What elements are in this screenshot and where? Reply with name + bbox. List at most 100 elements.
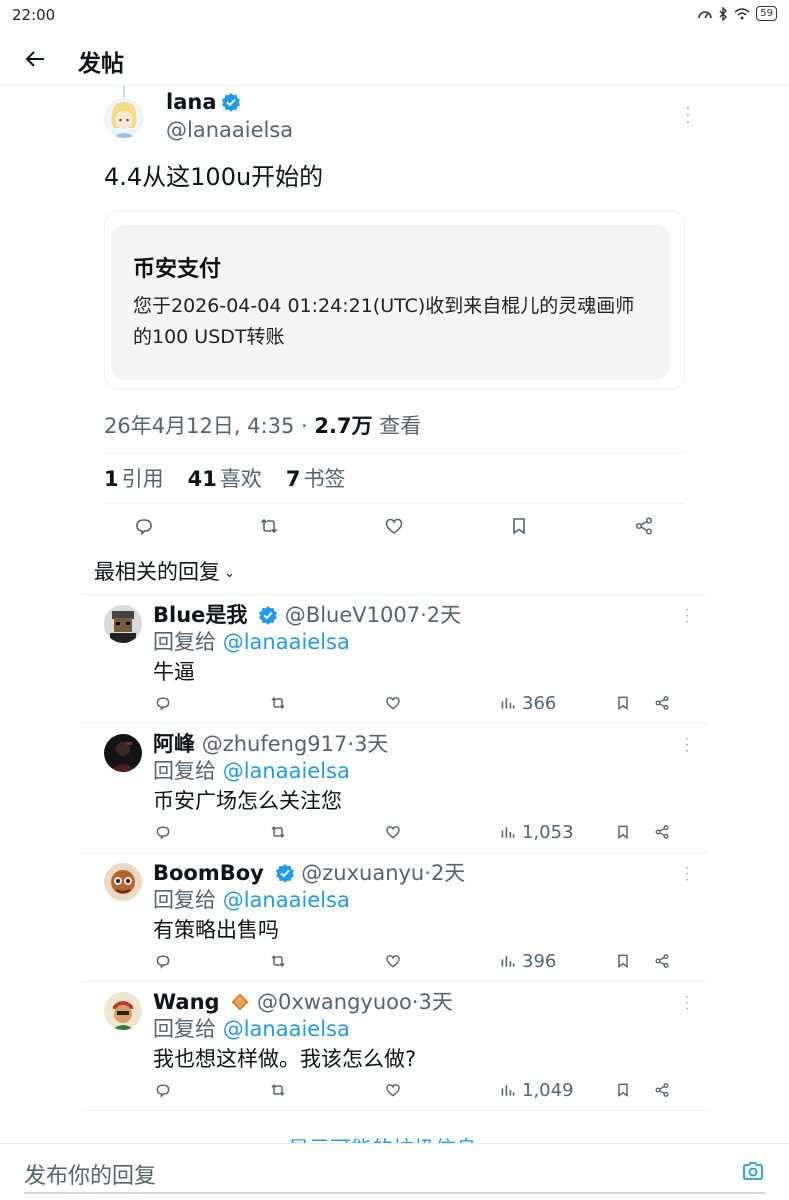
stat-bookmarks[interactable]: 7 书签 <box>286 463 346 493</box>
bookmark-button[interactable] <box>615 820 631 844</box>
more-options-icon[interactable]: · · · <box>680 862 694 886</box>
tweet-text: 4.4从这100u开始的 <box>104 163 324 191</box>
reply-button[interactable] <box>130 512 158 540</box>
reply-header: Blue是我 @BlueV1007·2天 <box>153 599 461 629</box>
heart-icon <box>386 1084 400 1097</box>
reply-item[interactable]: 阿峰 @zhufeng917·3天 · · · 回复给 @lanaaielsa 币安… <box>82 723 708 852</box>
replying-to-link[interactable]: @lanaaielsa <box>223 888 350 912</box>
replying-to-link[interactable]: @lanaaielsa <box>223 1017 350 1041</box>
reply-button[interactable] <box>155 1078 171 1102</box>
like-button[interactable] <box>385 820 401 844</box>
reply-button[interactable] <box>155 949 171 973</box>
reply-item[interactable]: Wang @0xwangyuoo·3天 · · · 回复给 @lanaaielsa … <box>82 981 708 1110</box>
like-button[interactable] <box>385 1078 401 1102</box>
reply-item[interactable]: BoomBoy @zuxuanyu·2天 · · · 回复给 @lanaaielsa… <box>82 852 708 981</box>
reply-author-handle[interactable]: @BlueV1007 <box>285 603 420 627</box>
reply-author-handle[interactable]: @zhufeng917 <box>202 732 348 756</box>
view-count: 396 <box>522 950 557 972</box>
stat-quotes[interactable]: 1 引用 <box>104 463 164 493</box>
more-options-icon[interactable]: · · · <box>680 604 694 628</box>
dot-separator: · <box>420 603 427 627</box>
reply-avatar[interactable] <box>104 992 142 1030</box>
reply-header: Wang @0xwangyuoo·3天 <box>153 986 453 1016</box>
more-options-icon[interactable]: · · · <box>680 991 694 1015</box>
bookmark-button[interactable] <box>615 691 631 715</box>
reply-icon <box>136 519 152 536</box>
like-button[interactable] <box>380 512 408 540</box>
replying-to: 回复给 @lanaaielsa <box>153 755 350 785</box>
more-options-icon[interactable]: · · · <box>680 733 694 757</box>
wifi-icon <box>734 7 750 19</box>
reply-author-name[interactable]: BoomBoy <box>153 861 264 885</box>
reply-time[interactable]: 3天 <box>419 990 453 1014</box>
reply-author-handle[interactable]: @0xwangyuoo <box>257 990 412 1014</box>
author-name[interactable]: lana <box>166 90 241 114</box>
back-button[interactable] <box>18 44 52 74</box>
view-count: 1,053 <box>522 821 574 843</box>
replying-to-link[interactable]: @lanaaielsa <box>223 759 350 783</box>
camera-icon <box>743 1162 763 1180</box>
replying-to-prefix: 回复给 <box>153 630 216 654</box>
retweet-button[interactable] <box>270 820 286 844</box>
analytics-icon <box>501 698 515 709</box>
bookmark-button[interactable] <box>615 949 631 973</box>
reply-input[interactable]: 发布你的回复 <box>24 1158 156 1190</box>
share-icon <box>655 954 669 968</box>
like-button[interactable] <box>385 691 401 715</box>
reply-author-handle[interactable]: @zuxuanyu <box>301 861 424 885</box>
tweet-actions <box>104 506 685 544</box>
reply-author-name[interactable]: 阿峰 <box>153 732 195 756</box>
replies-sort-dropdown[interactable]: 最相关的回复 ⌄ <box>94 556 235 586</box>
retweet-button[interactable] <box>270 691 286 715</box>
share-icon <box>655 1083 669 1097</box>
reply-time[interactable]: 2天 <box>427 603 461 627</box>
reply-time[interactable]: 3天 <box>354 732 388 756</box>
bookmark-button[interactable] <box>505 512 533 540</box>
embedded-card-text: 您于2026-04-04 01:24:21(UTC)收到来自棍儿的灵魂画师的10… <box>133 295 635 348</box>
thread-connector <box>123 86 125 98</box>
reply-avatar[interactable] <box>104 605 142 643</box>
reply-author-name[interactable]: Wang <box>153 990 220 1014</box>
battery-icon: 59 <box>756 6 777 21</box>
share-button[interactable] <box>654 820 670 844</box>
author-handle[interactable]: @lanaaielsa <box>166 118 293 142</box>
reply-author-name[interactable]: Blue是我 <box>153 603 247 627</box>
author-avatar[interactable] <box>104 98 144 138</box>
bookmark-icon <box>618 696 628 710</box>
replying-to-link[interactable]: @lanaaielsa <box>223 630 350 654</box>
reply-button[interactable] <box>155 691 171 715</box>
reply-avatar[interactable] <box>104 734 142 772</box>
reply-avatar[interactable] <box>104 863 142 901</box>
views-button[interactable]: 396 <box>500 949 556 973</box>
reply-item[interactable]: Blue是我 @BlueV1007·2天 · · · 回复给 @lanaaielsa… <box>82 594 708 723</box>
stat-likes[interactable]: 41 喜欢 <box>188 463 262 493</box>
arrow-left-icon <box>25 51 44 67</box>
dot-separator: · <box>411 990 419 1014</box>
share-button[interactable] <box>630 512 658 540</box>
retweet-button[interactable] <box>270 949 286 973</box>
bookmark-icon <box>618 825 628 839</box>
share-button[interactable] <box>654 691 670 715</box>
views-button[interactable]: 366 <box>500 691 556 715</box>
reply-button[interactable] <box>155 820 171 844</box>
bluetooth-icon <box>719 6 728 21</box>
share-button[interactable] <box>654 949 670 973</box>
embedded-card[interactable]: 币安支付 您于2026-04-04 01:24:21(UTC)收到来自棍儿的灵魂… <box>104 210 685 390</box>
retweet-button[interactable] <box>255 512 283 540</box>
reply-actions: 1,053 <box>153 820 693 848</box>
views-button[interactable]: 1,053 <box>500 820 574 844</box>
camera-button[interactable] <box>742 1160 766 1184</box>
views-button[interactable]: 1,049 <box>500 1078 574 1102</box>
reply-text: 币安广场怎么关注您 <box>153 789 342 813</box>
reply-time[interactable]: 2天 <box>431 861 465 885</box>
retweet-button[interactable] <box>270 1078 286 1102</box>
reply-text: 有策略出售吗 <box>153 918 279 942</box>
share-button[interactable] <box>654 1078 670 1102</box>
bookmark-icon <box>618 1083 628 1097</box>
bookmark-button[interactable] <box>615 1078 631 1102</box>
heart-icon <box>386 955 400 968</box>
replying-to: 回复给 @lanaaielsa <box>153 884 350 914</box>
more-options-icon[interactable]: · · · <box>680 102 696 130</box>
tweet-datetime[interactable]: 26年4月12日, 4:35 <box>104 414 294 438</box>
like-button[interactable] <box>385 949 401 973</box>
